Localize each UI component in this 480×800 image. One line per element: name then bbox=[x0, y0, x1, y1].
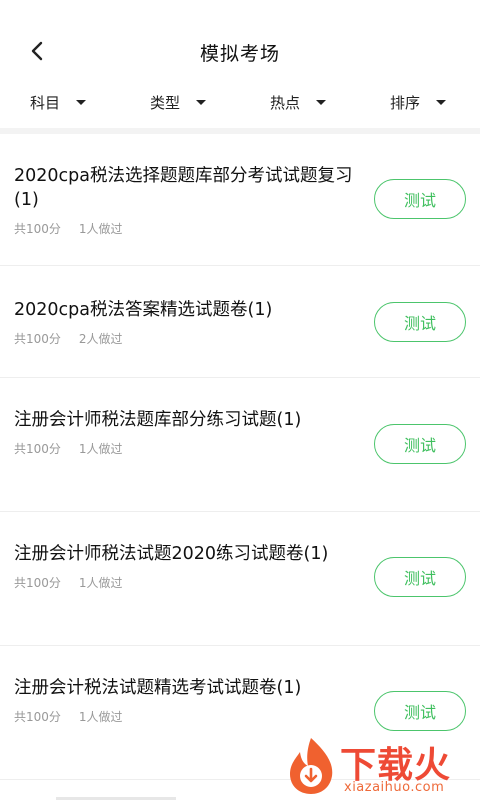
filter-type[interactable]: 类型 bbox=[120, 84, 240, 120]
filter-label: 热点 bbox=[270, 93, 301, 112]
item-score: 共100分 bbox=[14, 442, 61, 456]
exam-list: 2020cpa税法选择题题库部分考试试题复习(1) 共100分 1人做过 测试 … bbox=[0, 134, 480, 780]
flame-logo-icon bbox=[290, 738, 333, 794]
filter-hot[interactable]: 热点 bbox=[240, 84, 360, 120]
filter-label: 科目 bbox=[30, 93, 61, 112]
watermark-url: xiazaihuo.com bbox=[344, 780, 445, 795]
caret-down-icon bbox=[436, 99, 447, 105]
list-item: 2020cpa税法答案精选试题卷(1) 共100分 2人做过 测试 bbox=[0, 266, 480, 378]
item-count: 1人做过 bbox=[78, 576, 123, 590]
item-title: 注册会计税法试题精选考试试题卷(1) bbox=[14, 678, 302, 698]
chevron-left-icon bbox=[31, 41, 43, 61]
test-button[interactable]: 测试 bbox=[374, 424, 466, 464]
filter-label: 类型 bbox=[150, 93, 181, 112]
back-button[interactable] bbox=[24, 38, 50, 64]
item-count: 1人做过 bbox=[78, 442, 123, 456]
list-item: 2020cpa税法选择题题库部分考试试题复习(1) 共100分 1人做过 测试 bbox=[0, 134, 480, 266]
list-item: 注册会计师税法题库部分练习试题(1) 共100分 1人做过 测试 bbox=[0, 378, 480, 512]
item-title: 注册会计师税法题库部分练习试题(1) bbox=[14, 410, 302, 430]
item-count: 2人做过 bbox=[78, 332, 123, 346]
test-button[interactable]: 测试 bbox=[374, 179, 466, 219]
caret-down-icon bbox=[316, 99, 327, 105]
item-count: 1人做过 bbox=[78, 710, 123, 724]
test-button[interactable]: 测试 bbox=[374, 557, 466, 597]
item-title: 2020cpa税法选择题题库部分考试试题复习(1) bbox=[14, 166, 353, 210]
item-score: 共100分 bbox=[14, 710, 61, 724]
filter-sort[interactable]: 排序 bbox=[360, 84, 480, 120]
item-score: 共100分 bbox=[14, 576, 61, 590]
item-count: 1人做过 bbox=[78, 222, 123, 236]
item-title: 注册会计师税法试题2020练习试题卷(1) bbox=[14, 544, 329, 564]
filter-bar: 科目 类型 热点 排序 bbox=[0, 84, 480, 120]
filter-subject[interactable]: 科目 bbox=[0, 84, 120, 120]
test-button[interactable]: 测试 bbox=[374, 302, 466, 342]
item-score: 共100分 bbox=[14, 222, 61, 236]
filter-label: 排序 bbox=[390, 93, 421, 112]
test-button[interactable]: 测试 bbox=[374, 691, 466, 731]
item-meta: 共100分 1人做过 bbox=[14, 220, 480, 237]
caret-down-icon bbox=[76, 99, 87, 105]
item-score: 共100分 bbox=[14, 332, 61, 346]
page-title: 模拟考场 bbox=[199, 42, 280, 65]
watermark-logo: 下载火 xiazaihuo.com bbox=[284, 732, 480, 800]
list-item: 注册会计师税法试题2020练习试题卷(1) 共100分 1人做过 测试 bbox=[0, 512, 480, 646]
item-title: 2020cpa税法答案精选试题卷(1) bbox=[14, 300, 273, 320]
caret-down-icon bbox=[196, 99, 207, 105]
app-header: 模拟考场 bbox=[0, 0, 480, 78]
